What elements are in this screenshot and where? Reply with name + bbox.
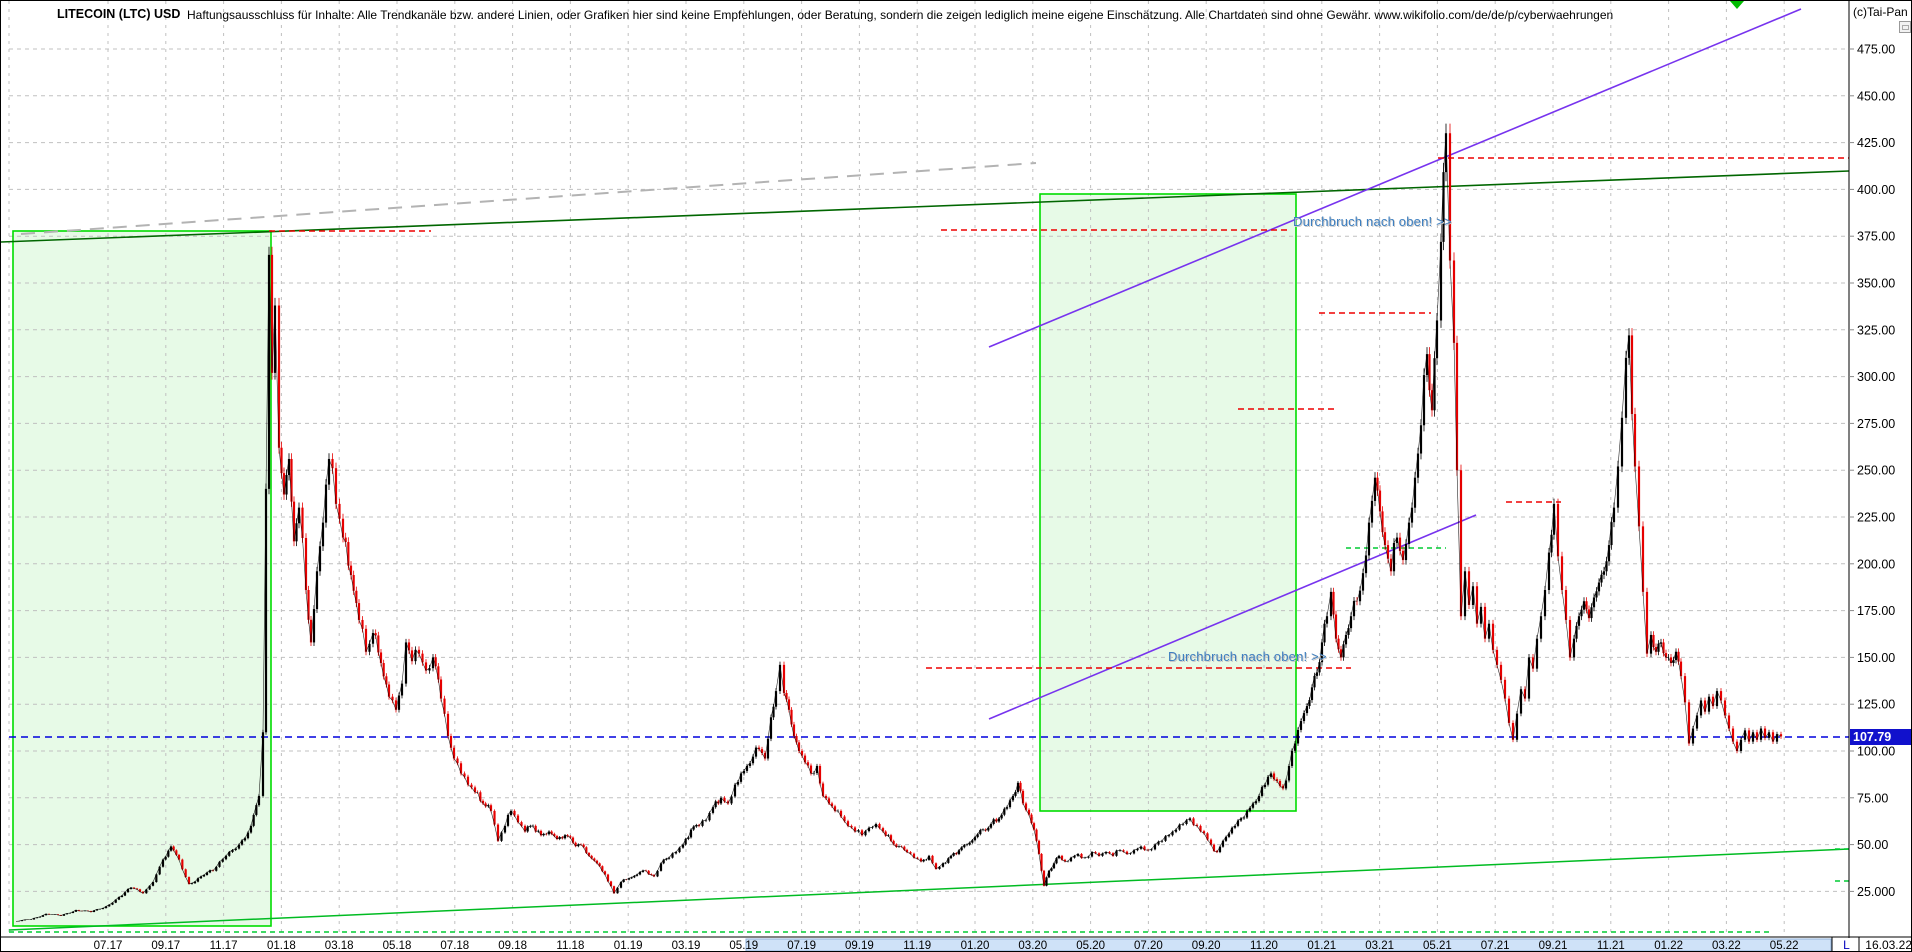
x-axis-label: 11.17	[210, 940, 238, 952]
x-axis-label: 01.22	[1654, 940, 1683, 952]
y-axis-label: 175.00	[1857, 604, 1895, 618]
x-axis-label: 01.18	[267, 940, 296, 952]
y-axis-label: 350.00	[1857, 277, 1895, 291]
x-axis-label: 01.19	[614, 940, 643, 952]
y-axis-label: 300.00	[1857, 370, 1895, 384]
green-channel-bottom-line	[8, 848, 1850, 931]
x-axis-label: 11.20	[1250, 940, 1278, 952]
x-axis-label: 09.17	[151, 940, 180, 952]
x-axis-label: 07.18	[440, 940, 469, 952]
x-axis-label: 01.20	[961, 940, 990, 952]
x-axis-label: 03.19	[672, 940, 701, 952]
page-title: LITECOIN (LTC) USD	[57, 7, 181, 21]
y-axis-label: 25.000	[1857, 885, 1895, 899]
y-axis-label: 375.00	[1857, 230, 1895, 244]
x-axis-label: 09.21	[1539, 940, 1568, 952]
x-axis-label: 11.19	[903, 940, 931, 952]
x-axis-label: 03.22	[1712, 940, 1741, 952]
x-axis-label: 11.21	[1597, 940, 1625, 952]
x-axis-label: 09.19	[845, 940, 874, 952]
y-axis-label: 275.00	[1857, 417, 1895, 431]
y-axis-label: 450.00	[1857, 89, 1895, 103]
x-axis-label: 03.21	[1365, 940, 1394, 952]
y-axis-label: 150.00	[1857, 651, 1895, 665]
x-axis-label: 07.21	[1481, 940, 1510, 952]
y-axis-label: 100.00	[1857, 745, 1895, 759]
x-axis-label: 07.19	[787, 940, 816, 952]
y-axis-label: 225.00	[1857, 511, 1895, 525]
highlight-accumulation-box-2017	[13, 231, 271, 926]
y-axis-label: 50.00	[1857, 838, 1888, 852]
y-axis-label: 400.00	[1857, 183, 1895, 197]
breakout-annotation-mid: Durchbruch nach oben! >>	[1168, 649, 1327, 664]
x-axis-label: 07.20	[1134, 940, 1163, 952]
y-axis-label: 425.00	[1857, 136, 1895, 150]
disclaimer-text: Haftungsausschluss für Inhalte: Alle Tre…	[187, 8, 1614, 22]
current-date-label: 16.03.22	[1865, 938, 1912, 952]
x-axis-label: 03.20	[1018, 940, 1047, 952]
x-axis-label: 05.19	[729, 940, 758, 952]
x-axis-label: 03.18	[325, 940, 354, 952]
x-axis-label: 11.18	[556, 940, 584, 952]
green-channel-top-line	[1, 170, 1850, 243]
x-axis-label: 05.20	[1076, 940, 1105, 952]
y-axis-label: 475.00	[1857, 43, 1895, 57]
today-marker-icon	[1730, 1, 1744, 9]
period-indicator[interactable]: L	[1834, 938, 1859, 951]
gray-dashed-trendline	[20, 162, 1037, 235]
y-axis-label: 75.00	[1857, 791, 1888, 805]
y-axis-label: 325.00	[1857, 323, 1895, 337]
highlight-accumulation-box-2020	[1040, 194, 1296, 811]
x-axis-label: 01.21	[1307, 940, 1336, 952]
breakout-annotation-top: Durchbruch nach oben! >>	[1293, 214, 1452, 229]
copyright-label: (c)Tai-Pan	[1853, 5, 1908, 19]
x-axis-label: 09.18	[498, 940, 527, 952]
x-axis-label: 05.22	[1770, 940, 1799, 952]
x-axis-label: 07.17	[94, 940, 123, 952]
y-axis-label: 250.00	[1857, 464, 1895, 478]
price-connect-line	[15, 133, 1782, 922]
y-axis-label: 200.00	[1857, 557, 1895, 571]
chart-window: 07.17 09.17 11.17 01.18 03.18 05.18 07.18 09.18…	[0, 0, 1912, 952]
last-price-badge: 107.79	[1850, 729, 1911, 745]
price-chart-canvas[interactable]: 07.17 09.17 11.17 01.18 03.18 05.18 07.18 09.18…	[1, 1, 1912, 952]
y-axis-label: 125.00	[1857, 698, 1895, 712]
x-axis-label: 09.20	[1192, 940, 1221, 952]
x-axis-label: 05.21	[1423, 940, 1452, 952]
window-minimize-icon[interactable]	[1899, 21, 1911, 33]
x-axis-label: 05.18	[383, 940, 412, 952]
